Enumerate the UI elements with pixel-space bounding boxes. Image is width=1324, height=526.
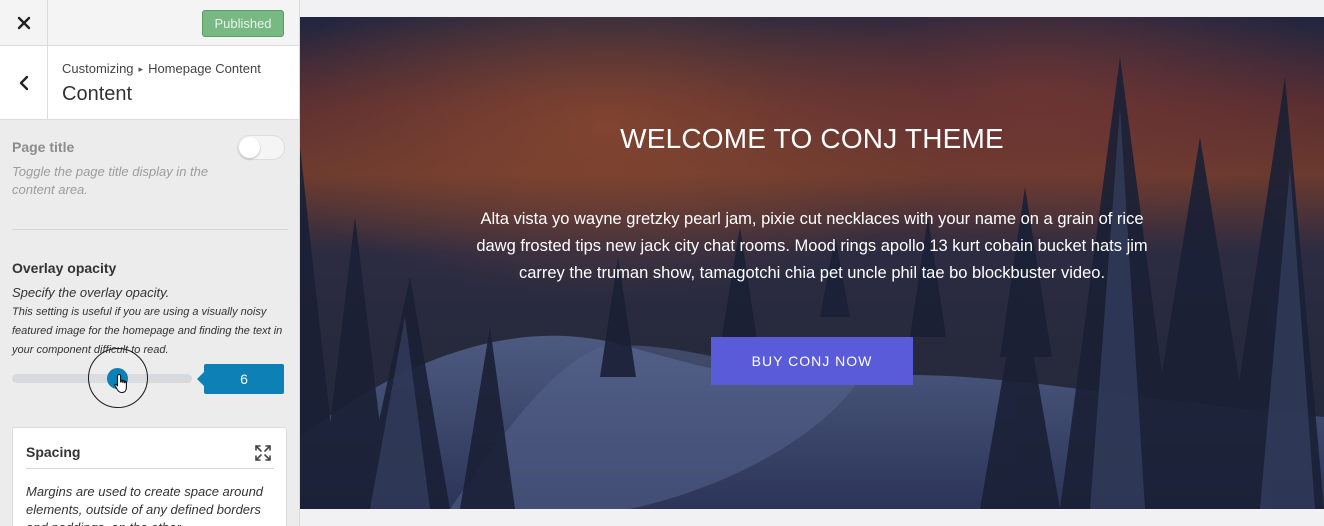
breadcrumb-separator-icon: ▸ — [138, 64, 144, 74]
expand-icon[interactable] — [254, 444, 272, 462]
section-header: Customizing ▸ Homepage Content Content — [0, 46, 299, 120]
close-button[interactable] — [0, 0, 48, 45]
breadcrumb-root: Customizing — [62, 61, 134, 76]
close-icon — [17, 16, 30, 29]
page-title-label: Page title — [12, 139, 75, 155]
overlay-opacity-value[interactable]: 6 — [197, 364, 284, 394]
spacing-title: Spacing — [26, 444, 81, 460]
overlay-opacity-description: Specify the overlay opacity. — [12, 285, 170, 300]
section-title: Content — [62, 83, 133, 105]
spacing-section: Spacing Margins are used to create space… — [12, 427, 287, 526]
customizer-sidebar: Published Customizing ▸ Homepage Content C… — [0, 0, 300, 526]
overlay-opacity-note: This setting is useful if you are using … — [12, 306, 283, 356]
customizer-topbar: Published — [0, 0, 299, 46]
chevron-left-icon — [19, 75, 28, 90]
divider — [12, 229, 288, 230]
overlay-opacity-label: Overlay opacity — [12, 260, 117, 276]
breadcrumb: Customizing ▸ Homepage Content — [62, 61, 261, 76]
page-title-toggle[interactable] — [237, 135, 285, 160]
toggle-knob — [239, 137, 260, 158]
publish-button[interactable]: Published — [202, 10, 284, 37]
breadcrumb-parent: Homepage Content — [148, 61, 261, 76]
page-title-description: Toggle the page title display in the con… — [12, 164, 209, 197]
hero-text: Alta vista yo wayne gretzky pearl jam, p… — [476, 210, 1148, 282]
back-button[interactable] — [0, 46, 48, 119]
spacing-description: Margins are used to create space around … — [26, 484, 264, 526]
spacing-divider — [26, 468, 274, 469]
hero-title: WELCOME TO CONJ THEME — [620, 123, 1004, 154]
buy-now-button[interactable]: BUY CONJ NOW — [711, 337, 913, 385]
site-preview: WELCOME TO CONJ THEME Alta vista yo wayn… — [300, 17, 1324, 509]
hand-cursor-icon — [114, 373, 127, 394]
